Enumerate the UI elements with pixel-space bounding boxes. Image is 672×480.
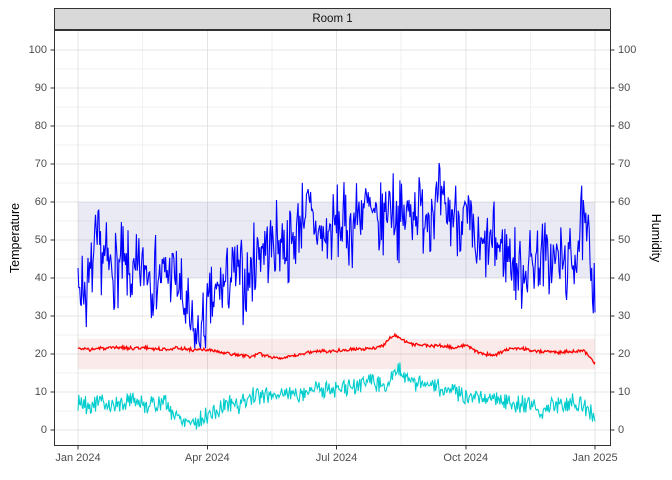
y-right-tick-label-10: 10 [618, 386, 630, 398]
y-right-tick-label-0: 0 [618, 424, 624, 436]
x-tick-label-3: Oct 2024 [443, 452, 488, 464]
y-right-tick-label-90: 90 [618, 82, 630, 94]
y-right-tick-label-20: 20 [618, 348, 630, 360]
plot-figure: Room 1 Temperature Humidity 0 10 20 30 40 50 6… [0, 0, 672, 480]
chart-canvas [0, 0, 672, 480]
temperature-target-band [78, 339, 595, 369]
y-left-tick-label-50: 50 [35, 234, 47, 246]
y-right-tick-label-30: 30 [618, 310, 630, 322]
y-right-tick-label-40: 40 [618, 272, 630, 284]
y-left-tick-label-90: 90 [35, 82, 47, 94]
y-right-tick-label-70: 70 [618, 158, 630, 170]
y-left-tick-label-80: 80 [35, 120, 47, 132]
x-tick-label-2: Jul 2024 [316, 452, 358, 464]
y-axis-title-humidity: Humidity [649, 214, 663, 263]
y-left-tick-label-40: 40 [35, 272, 47, 284]
x-tick-label-4: Jan 2025 [572, 452, 617, 464]
y-right-tick-label-60: 60 [618, 196, 630, 208]
y-left-tick-label-60: 60 [35, 196, 47, 208]
y-left-tick-label-70: 70 [35, 158, 47, 170]
facet-title: Room 1 [312, 13, 352, 25]
x-tick-label-0: Jan 2024 [55, 452, 100, 464]
facet-strip: Room 1 [54, 8, 611, 30]
y-left-tick-label-10: 10 [35, 386, 47, 398]
y-axis-title-temperature: Temperature [8, 203, 22, 273]
y-right-tick-label-50: 50 [618, 234, 630, 246]
x-tick-label-1: Apr 2024 [185, 452, 230, 464]
y-left-tick-label-30: 30 [35, 310, 47, 322]
y-left-tick-label-20: 20 [35, 348, 47, 360]
y-left-tick-label-100: 100 [29, 44, 47, 56]
y-right-tick-label-80: 80 [618, 120, 630, 132]
y-right-tick-label-100: 100 [618, 44, 636, 56]
y-left-tick-label-0: 0 [41, 424, 47, 436]
